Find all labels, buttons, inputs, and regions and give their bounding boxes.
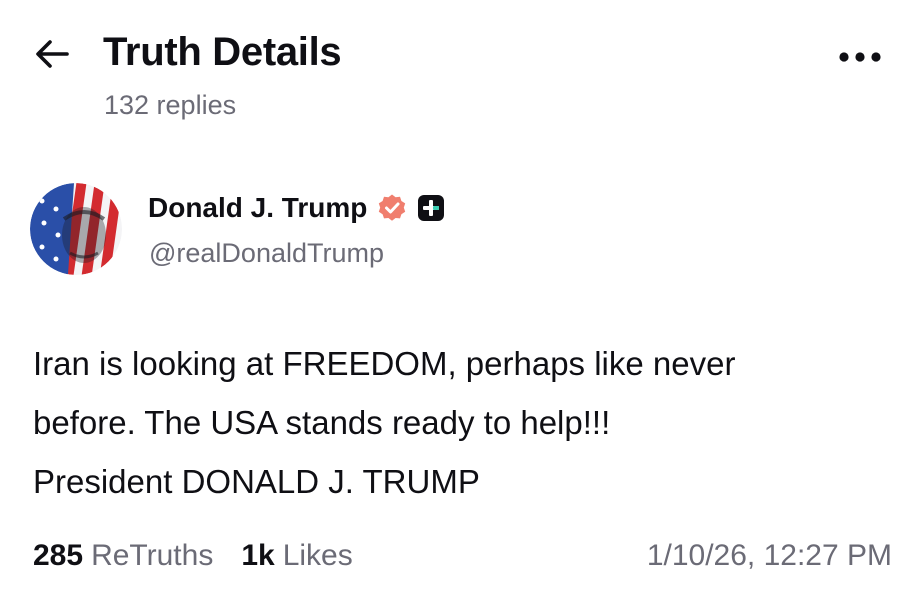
truth-details-page: Truth Details 132 replies Donald J. Trum… [0,0,916,599]
likes-stat[interactable]: 1k Likes [241,539,352,573]
post-text-line: Iran is looking at FREEDOM, perhaps like… [33,345,736,382]
post-text-line: before. The USA stands ready to help!!! [33,404,611,441]
arrow-left-icon [36,40,69,68]
post-body: Iran is looking at FREEDOM, perhaps like… [33,334,893,511]
post-text-line: President DONALD J. TRUMP [33,463,480,500]
truth-plus-icon [418,195,445,221]
verified-badge-icon [379,194,406,221]
retruths-count: 285 [33,539,84,572]
header: Truth Details 132 replies [0,0,916,140]
avatar-image [30,183,122,275]
likes-count: 1k [241,539,275,572]
author-name-row: Donald J. Trump [148,190,445,226]
more-horizontal-icon [839,52,881,62]
avatar[interactable] [30,183,122,275]
author-name[interactable]: Donald J. Trump [148,192,367,224]
more-options-button[interactable] [832,42,888,72]
post-stats: 285 ReTruths 1k Likes [33,536,353,576]
back-button[interactable] [30,36,74,72]
likes-label: Likes [282,539,353,572]
retruths-label: ReTruths [91,539,214,572]
page-title: Truth Details [103,30,342,74]
post-timestamp: 1/10/26, 12:27 PM [646,539,892,572]
retruths-stat[interactable]: 285 ReTruths [33,539,213,573]
author-handle[interactable]: @realDonaldTrump [149,238,384,269]
reply-count: 132 replies [104,90,237,120]
